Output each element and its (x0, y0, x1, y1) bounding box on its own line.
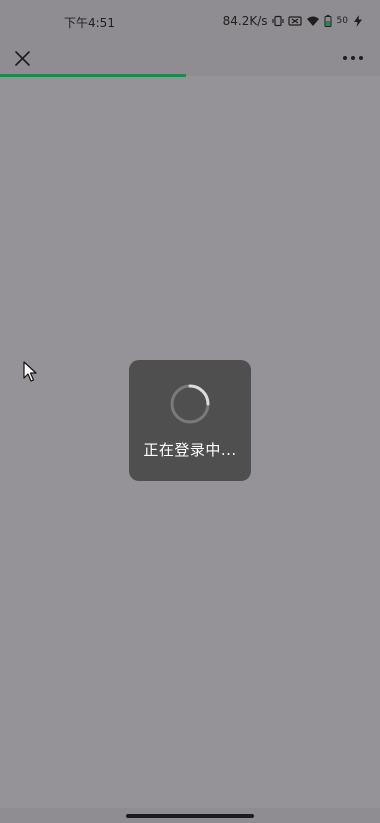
status-icons: 84.2K/s 50 (223, 14, 364, 28)
loading-spinner-icon (170, 384, 210, 424)
battery-icon (324, 15, 332, 27)
close-button[interactable] (10, 46, 36, 72)
status-time: 下午4:51 (64, 16, 115, 30)
more-button[interactable] (340, 46, 366, 72)
no-sim-icon (287, 16, 302, 26)
vibrate-icon (271, 15, 284, 27)
mouse-cursor-icon (23, 361, 37, 382)
loading-toast: 正在登录中... (129, 360, 251, 481)
network-speed: 84.2K/s (222, 14, 268, 28)
battery-level: 50 (336, 16, 348, 26)
status-bar: 下午4:51 84.2K/s 50 (0, 0, 380, 42)
wifi-icon (306, 16, 319, 26)
loading-text: 正在登录中... (143, 441, 237, 459)
charging-icon (354, 15, 362, 27)
more-icon (343, 56, 363, 60)
nav-bar (0, 42, 380, 76)
gesture-bar (0, 808, 380, 823)
close-icon (15, 51, 30, 66)
home-indicator[interactable] (126, 814, 254, 818)
